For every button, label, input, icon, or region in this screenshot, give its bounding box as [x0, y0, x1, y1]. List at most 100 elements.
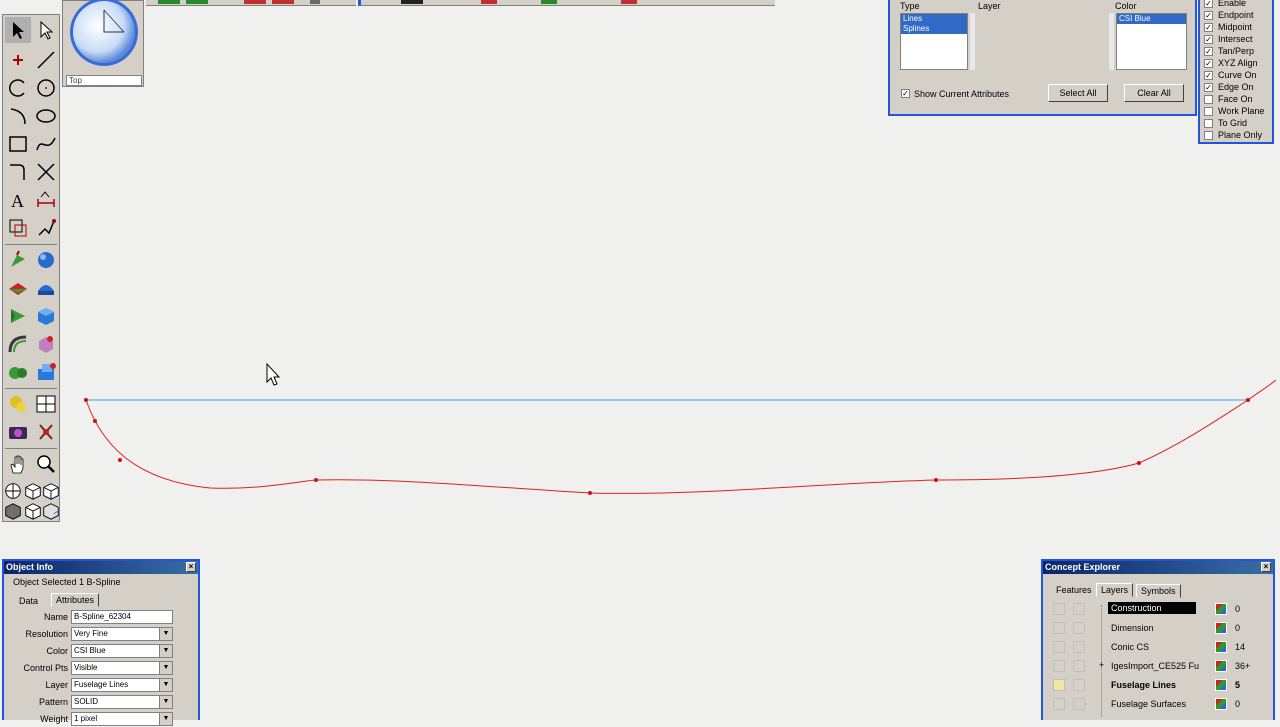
- view-front-button[interactable]: [41, 481, 61, 501]
- layer-edit-toggle[interactable]: [1053, 622, 1065, 634]
- show-current-checkbox[interactable]: ✓: [901, 89, 910, 98]
- snap-option[interactable]: ✓ Enable: [1204, 0, 1246, 9]
- layer-listbox-area[interactable]: [976, 13, 1110, 70]
- control-points[interactable]: [84, 398, 1250, 495]
- dropdown-arrow-icon[interactable]: ▼: [159, 645, 172, 657]
- view-orientation-widget[interactable]: Top: [62, 0, 144, 87]
- shell-solid-button[interactable]: [33, 359, 59, 385]
- blend-surface-button[interactable]: [5, 359, 31, 385]
- snap-checkbox[interactable]: ✓: [1204, 70, 1213, 80]
- snap-checkbox[interactable]: [1204, 106, 1213, 116]
- snap-checkbox[interactable]: ✓: [1204, 0, 1213, 8]
- layer-color-swatch[interactable]: [1215, 698, 1227, 710]
- snap-option[interactable]: ✓ Midpoint: [1204, 21, 1252, 33]
- snap-option[interactable]: ✓ Intersect: [1204, 33, 1253, 45]
- layer-color-swatch[interactable]: [1215, 622, 1227, 634]
- transform-tool-button[interactable]: [33, 215, 59, 241]
- circle-tool-button[interactable]: [33, 75, 59, 101]
- dropdown-arrow-icon[interactable]: ▼: [159, 662, 172, 674]
- layer-edit-toggle[interactable]: [1053, 698, 1065, 710]
- dropdown-arrow-icon[interactable]: ▼: [159, 679, 172, 691]
- attribute-value-field[interactable]: SOLID ▼: [71, 695, 173, 709]
- layer-row[interactable]: + IgesImport_CE525 Fu 36+: [1051, 657, 1273, 676]
- rectangle-tool-button[interactable]: [5, 131, 31, 157]
- snap-checkbox[interactable]: ✓: [1204, 46, 1213, 56]
- ellipse-tool-button[interactable]: [33, 103, 59, 129]
- layer-visibility-toggle[interactable]: [1073, 698, 1085, 710]
- tab-features[interactable]: Features: [1052, 584, 1096, 596]
- color-item-csi-blue[interactable]: CSI Blue: [1117, 14, 1186, 24]
- text-tool-button[interactable]: A: [5, 187, 31, 213]
- snap-checkbox[interactable]: [1204, 130, 1213, 140]
- spline-tool-button[interactable]: [33, 131, 59, 157]
- tab-attributes[interactable]: Attributes: [51, 593, 100, 607]
- layer-row[interactable]: Fuselage Lines 5: [1051, 676, 1273, 695]
- surface-tool-button[interactable]: [5, 247, 31, 273]
- snap-option[interactable]: Plane Only: [1204, 129, 1262, 141]
- attribute-value-field[interactable]: Very Fine ▼: [71, 627, 173, 641]
- line-tool-button[interactable]: [33, 47, 59, 73]
- snap-checkbox[interactable]: [1204, 118, 1213, 128]
- snap-option[interactable]: Work Plane: [1204, 105, 1264, 117]
- snap-option[interactable]: ✓ Endpoint: [1204, 9, 1254, 21]
- snap-checkbox[interactable]: ✓: [1204, 34, 1213, 44]
- snap-checkbox[interactable]: ✓: [1204, 82, 1213, 92]
- expand-icon[interactable]: +: [1099, 660, 1104, 670]
- snap-option[interactable]: To Grid: [1204, 117, 1247, 129]
- layer-row[interactable]: Conic CS 14: [1051, 638, 1273, 657]
- layer-row[interactable]: Dimension 0: [1051, 619, 1273, 638]
- select-arrow-button[interactable]: [5, 17, 31, 43]
- layer-edit-toggle[interactable]: [1053, 603, 1065, 615]
- extrude-surface-button[interactable]: [5, 275, 31, 301]
- layer-visibility-toggle[interactable]: [1073, 679, 1085, 691]
- layer-color-swatch[interactable]: [1215, 603, 1227, 615]
- solid-boolean-button[interactable]: [33, 331, 59, 357]
- attribute-value-field[interactable]: Fuselage Lines ▼: [71, 678, 173, 692]
- trim-tool-button[interactable]: [33, 159, 59, 185]
- dropdown-arrow-icon[interactable]: ▼: [159, 628, 172, 640]
- render-settings-button[interactable]: [33, 391, 59, 417]
- layer-visibility-toggle[interactable]: [1073, 641, 1085, 653]
- fillet-tool-button[interactable]: [5, 159, 31, 185]
- layer-color-swatch[interactable]: [1215, 641, 1227, 653]
- attribute-value-field[interactable]: 1 pixel ▼: [71, 712, 173, 726]
- layer-edit-toggle[interactable]: [1053, 679, 1065, 691]
- attribute-value-field[interactable]: CSI Blue ▼: [71, 644, 173, 658]
- layer-visibility-toggle[interactable]: [1073, 622, 1085, 634]
- point-tool-button[interactable]: [5, 47, 31, 73]
- arc-3pt-tool-button[interactable]: [5, 103, 31, 129]
- snap-checkbox[interactable]: [1204, 94, 1213, 104]
- box-solid-button[interactable]: [33, 303, 59, 329]
- view-iso-button[interactable]: [23, 481, 43, 501]
- shaded-view-button[interactable]: [3, 501, 23, 521]
- lighting-button[interactable]: [5, 391, 31, 417]
- dimension-tool-button[interactable]: [33, 187, 59, 213]
- hidden-line-view-button[interactable]: [41, 501, 61, 521]
- snap-checkbox[interactable]: ✓: [1204, 58, 1213, 68]
- b-spline-curve[interactable]: [85, 379, 1277, 494]
- sphere-tool-button[interactable]: [33, 247, 59, 273]
- snap-checkbox[interactable]: ✓: [1204, 10, 1213, 20]
- explorer-close-button[interactable]: ×: [1261, 562, 1271, 572]
- layer-visibility-toggle[interactable]: [1073, 603, 1085, 615]
- snap-option[interactable]: ✓ Tan/Perp: [1204, 45, 1254, 57]
- object-info-titlebar[interactable]: Object Info ×: [4, 561, 198, 574]
- camera-button[interactable]: [5, 419, 31, 445]
- dropdown-arrow-icon[interactable]: ▼: [159, 696, 172, 708]
- type-item-lines[interactable]: Lines: [901, 14, 967, 24]
- layer-color-swatch[interactable]: [1215, 660, 1227, 672]
- tab-data[interactable]: Data: [15, 595, 42, 607]
- animation-button[interactable]: [33, 419, 59, 445]
- dropdown-arrow-icon[interactable]: ▼: [159, 713, 172, 725]
- explorer-titlebar[interactable]: Concept Explorer ×: [1043, 561, 1273, 574]
- scale-tool-button[interactable]: [5, 215, 31, 241]
- object-info-close-button[interactable]: ×: [186, 562, 196, 572]
- color-listbox[interactable]: CSI Blue: [1116, 13, 1187, 70]
- layer-row[interactable]: Construction 0: [1051, 600, 1273, 619]
- type-item-splines[interactable]: Splines: [901, 24, 967, 34]
- loft-surface-button[interactable]: [5, 303, 31, 329]
- select-all-button[interactable]: Select All: [1048, 84, 1108, 102]
- zoom-button[interactable]: [33, 451, 59, 477]
- wireframe-view-button[interactable]: [23, 501, 43, 521]
- layer-edit-toggle[interactable]: [1053, 660, 1065, 672]
